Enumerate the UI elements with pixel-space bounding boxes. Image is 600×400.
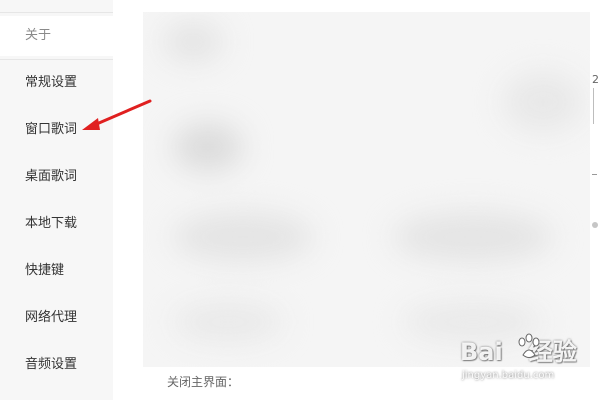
- sidebar-divider: [0, 59, 113, 60]
- red-arrow-annotation-icon: [82, 99, 152, 130]
- right-edge-strip: 2: [590, 12, 600, 367]
- blurred-content: [173, 212, 313, 262]
- sidebar-item-desktop-lyrics[interactable]: 桌面歌词: [0, 157, 113, 197]
- blurred-content: [173, 302, 283, 342]
- edge-scroll-line: [593, 88, 594, 124]
- sidebar-top-divider: [0, 0, 113, 13]
- blurred-settings-panel: [143, 12, 600, 367]
- watermark-url: jingyan.baidu.com: [462, 370, 555, 381]
- baidu-paw-icon: [518, 333, 540, 358]
- blurred-content: [163, 22, 223, 62]
- blurred-content: [393, 212, 553, 262]
- blurred-content: [503, 72, 583, 132]
- sidebar-item-audio-settings[interactable]: 音频设置: [0, 345, 113, 385]
- settings-sidebar: 关于 常规设置 窗口歌词 桌面歌词 本地下载 快捷键 网络代理 音频设置: [0, 0, 113, 400]
- close-main-window-label: 关闭主界面：: [167, 375, 240, 389]
- edge-dash: [592, 174, 597, 175]
- sidebar-item-about[interactable]: 关于: [0, 16, 113, 56]
- sidebar-item-network-proxy[interactable]: 网络代理: [0, 298, 113, 338]
- edge-radio-icon[interactable]: [592, 222, 598, 228]
- sidebar-item-local-download[interactable]: 本地下载: [0, 204, 113, 244]
- baidu-jingyan-watermark: Bai 经验 jingyan.baidu.com: [460, 332, 590, 394]
- edge-value: 2: [592, 73, 599, 86]
- blurred-content: [173, 122, 243, 172]
- sidebar-item-shortcuts[interactable]: 快捷键: [0, 251, 113, 291]
